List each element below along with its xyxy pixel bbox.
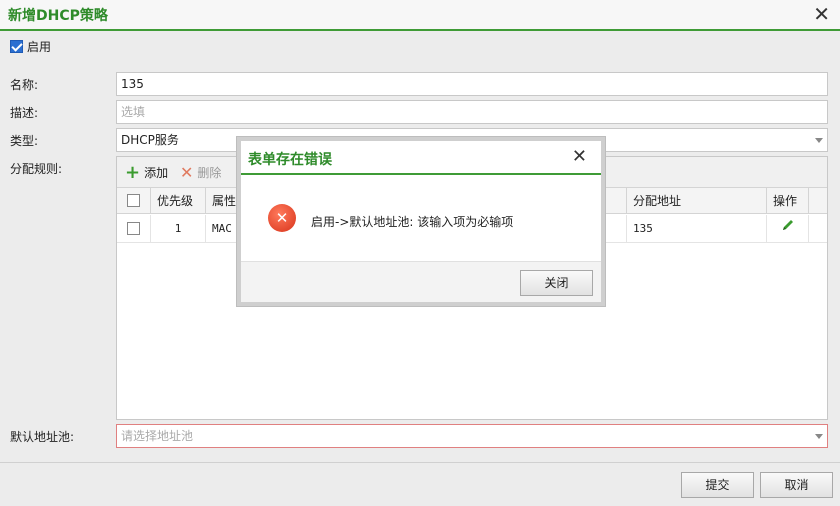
description-input[interactable]: 选填 <box>116 100 828 124</box>
delete-rule-label: 删除 <box>197 166 222 180</box>
submit-button[interactable]: 提交 <box>681 472 754 498</box>
row-priority: 1 <box>151 215 206 243</box>
modal-footer: 关闭 <box>241 261 601 302</box>
enable-row[interactable]: 启用 <box>10 38 51 54</box>
cancel-button[interactable]: 取消 <box>760 472 833 498</box>
dhcp-policy-window: 新增DHCP策略 ✕ 启用 名称: 135 描述: 选填 类型: DHCP服务 … <box>0 0 840 506</box>
type-label: 类型: <box>10 134 39 148</box>
modal-title-bar: 表单存在错误 ✕ <box>241 141 601 175</box>
window-title-bar: 新增DHCP策略 ✕ <box>0 0 840 31</box>
error-icon: ✕ <box>268 204 296 232</box>
modal-close-button[interactable]: 关闭 <box>520 270 593 296</box>
modal-message: 启用->默认地址池: 该输入项为必输项 <box>311 215 514 229</box>
name-label: 名称: <box>10 78 39 92</box>
enable-checkbox[interactable] <box>10 39 23 53</box>
edit-pencil-icon[interactable] <box>781 215 795 230</box>
column-address[interactable]: 分配地址 <box>627 188 767 214</box>
row-address: 135 <box>627 215 767 243</box>
chevron-down-icon[interactable] <box>815 434 823 439</box>
description-label: 描述: <box>10 106 39 120</box>
row-actions <box>767 215 809 243</box>
default-pool-placeholder: 请选择地址池 <box>121 429 194 443</box>
row-select-cell[interactable] <box>117 215 151 243</box>
rules-label: 分配规则: <box>10 162 63 176</box>
close-icon[interactable]: ✕ <box>813 4 830 24</box>
dialog-footer: 提交 取消 <box>0 462 840 506</box>
add-rule-label: 添加 <box>144 166 169 180</box>
column-priority[interactable]: 优先级 <box>151 188 206 214</box>
select-all-cell[interactable] <box>117 188 151 214</box>
close-icon[interactable]: ✕ <box>572 147 587 167</box>
add-rule-button[interactable]: + 添加 <box>125 161 169 183</box>
delete-x-icon: ✕ <box>180 162 194 182</box>
delete-rule-button[interactable]: ✕ 删除 <box>180 164 221 181</box>
chevron-down-icon[interactable] <box>815 138 823 143</box>
default-pool-label: 默认地址池: <box>10 430 75 444</box>
column-actions: 操作 <box>767 188 809 214</box>
error-modal: 表单存在错误 ✕ ✕ 启用->默认地址池: 该输入项为必输项 关闭 <box>241 141 601 302</box>
name-input[interactable]: 135 <box>116 72 828 96</box>
modal-title: 表单存在错误 <box>248 152 332 168</box>
window-title: 新增DHCP策略 <box>8 8 108 24</box>
row-checkbox[interactable] <box>127 222 140 235</box>
select-all-checkbox[interactable] <box>127 194 140 207</box>
type-select-value: DHCP服务 <box>121 133 179 147</box>
enable-label: 启用 <box>27 39 52 54</box>
default-pool-select[interactable]: 请选择地址池 <box>116 424 828 448</box>
plus-icon: + <box>125 161 141 183</box>
